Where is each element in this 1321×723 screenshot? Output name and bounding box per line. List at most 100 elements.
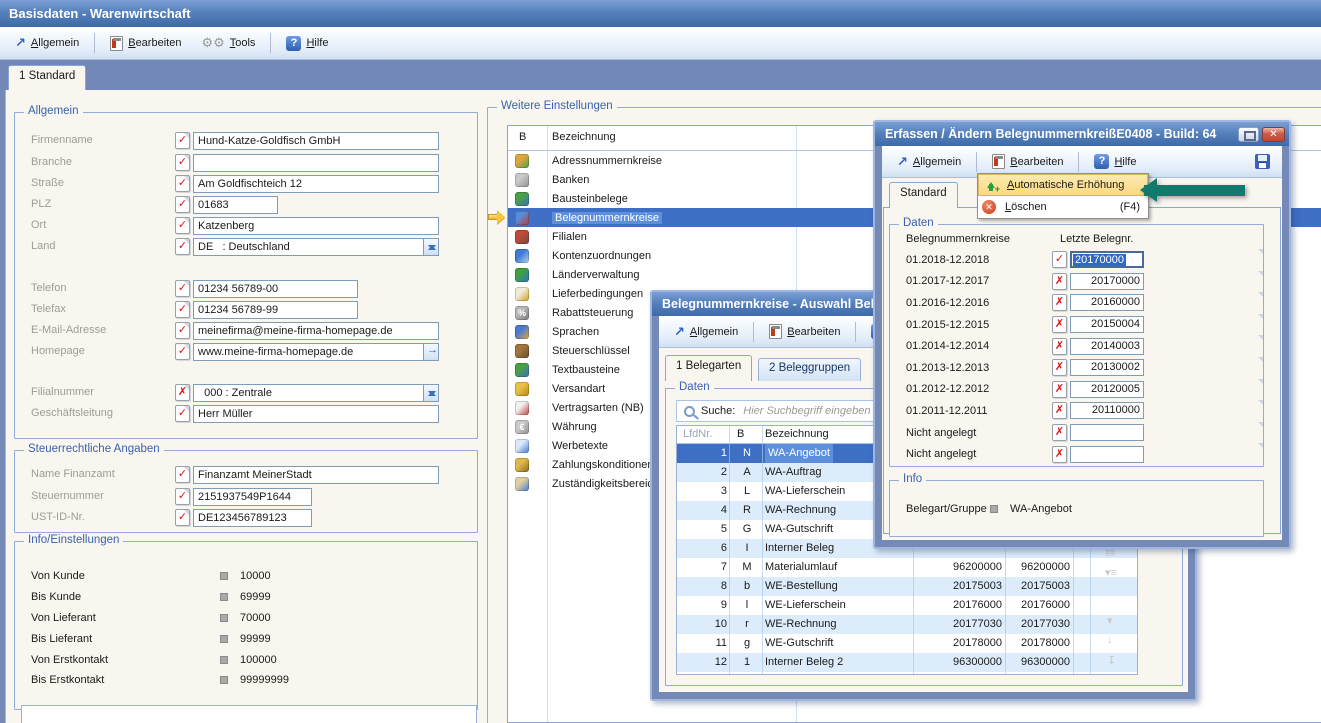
field-flag-icon[interactable] — [175, 280, 190, 297]
field-flag-icon[interactable] — [175, 238, 190, 255]
field-flag-icon[interactable] — [175, 154, 190, 171]
menu-item-automatische-erhoehung[interactable]: + Automatische Erhöhung — [978, 174, 1148, 196]
field-flag-icon[interactable] — [175, 132, 190, 149]
field-input[interactable]: Katzenberg — [193, 217, 439, 235]
field-flag-icon[interactable] — [175, 509, 190, 526]
tools-menu-button[interactable]: ⚙⚙ Tools — [194, 32, 262, 54]
field-flag-icon[interactable] — [1052, 446, 1067, 463]
tab-beleggruppen[interactable]: 2 Beleggruppen — [758, 358, 861, 381]
col-header-bezeichnung[interactable]: Bezeichnung — [552, 131, 616, 143]
bullet-icon — [220, 614, 228, 622]
field-flag-icon[interactable] — [175, 343, 190, 360]
field-flag-icon[interactable] — [175, 405, 190, 422]
col-header-b[interactable]: B — [737, 428, 744, 440]
group-info-einstellungen: Info/Einstellungen Von Kunde 10000 Bis K… — [14, 541, 478, 710]
field-flag-icon[interactable] — [175, 488, 190, 505]
table-row[interactable]: 10 r WE-Rechnung 20177030 20177030 — [677, 615, 1137, 634]
belegnr-input[interactable]: 20120005 — [1070, 381, 1144, 398]
bearbeiten-menu-button[interactable]: Bearbeiten — [103, 33, 188, 54]
field-flag-icon[interactable] — [1052, 316, 1067, 333]
belegnr-input[interactable]: 20170000 — [1070, 251, 1144, 268]
field-input[interactable] — [193, 154, 439, 172]
field-flag-icon[interactable] — [1052, 381, 1067, 398]
field-flag-icon[interactable] — [175, 322, 190, 339]
arrow-down-icon[interactable]: ↓ — [1107, 634, 1113, 646]
save-icon[interactable] — [1255, 154, 1270, 169]
belegnr-input[interactable]: 20130002 — [1070, 359, 1144, 376]
settings-item-label: Versandart — [552, 383, 605, 395]
allgemein-menu-button[interactable]: ↗ Allgemein — [890, 151, 968, 173]
period-label: Nicht angelegt — [890, 427, 1052, 439]
field-flag-icon[interactable] — [1052, 424, 1067, 441]
spinner-button[interactable] — [423, 239, 438, 255]
move-down-icon[interactable]: ▾ — [1107, 614, 1113, 627]
spinner-button[interactable] — [423, 385, 438, 401]
cell-number-last: 96300000 — [1007, 653, 1070, 672]
allgemein-menu-button[interactable]: ↗ Allgemein — [667, 321, 745, 343]
field-flag-icon[interactable] — [175, 301, 190, 318]
toolbar-separator — [94, 33, 95, 53]
field-flag-icon[interactable] — [1052, 359, 1067, 376]
field-flag-icon[interactable] — [175, 175, 190, 192]
field-input[interactable]: Herr Müller — [193, 405, 439, 423]
cell-code: b — [733, 577, 761, 596]
field-flag-icon[interactable] — [175, 384, 190, 401]
field-flag-icon[interactable] — [1052, 251, 1067, 268]
tab-standard[interactable]: Standard — [889, 182, 958, 208]
col-header-lfdnr[interactable]: LfdNr. — [677, 428, 727, 440]
field-input[interactable]: www.meine-firma-homepage.de — [193, 343, 439, 361]
belegnr-input[interactable] — [1070, 424, 1144, 441]
belegnr-input[interactable]: 20110000 — [1070, 402, 1144, 419]
tab-belegarten[interactable]: 1 Belegarten — [665, 355, 752, 381]
belegnr-input[interactable]: 20160000 — [1070, 294, 1144, 311]
field-input[interactable]: 01683 — [193, 196, 278, 214]
field-flag-icon[interactable] — [175, 196, 190, 213]
table-row[interactable]: 9 l WE-Lieferschein 20176000 20176000 — [677, 596, 1137, 615]
period-label: Nicht angelegt — [890, 448, 1052, 460]
table-row[interactable]: 11 g WE-Gutschrift 20178000 20178000 — [677, 634, 1137, 653]
table-row[interactable]: 7 M Materialumlauf 96200000 96200000 — [677, 558, 1137, 577]
col-header-bezeichnung[interactable]: Bezeichnung — [765, 428, 829, 440]
field-input[interactable]: 000 : Zentrale — [193, 384, 439, 402]
field-input[interactable]: 01234 56789-99 — [193, 301, 358, 319]
belegnr-input[interactable]: 20140003 — [1070, 338, 1144, 355]
field-flag-icon[interactable] — [1052, 338, 1067, 355]
field-input[interactable]: DE123456789123 — [193, 509, 312, 527]
field-input[interactable]: Finanzamt MeinerStadt — [193, 466, 439, 484]
belegnr-input[interactable]: 20170000 — [1070, 273, 1144, 290]
settings-item-label: Lieferbedingungen — [552, 288, 643, 300]
filter-icon[interactable]: ▾≡ — [1105, 566, 1117, 579]
field-flag-icon[interactable] — [1052, 273, 1067, 290]
field-input[interactable]: meinefirma@meine-firma-homepage.de — [193, 322, 439, 340]
field-input[interactable]: 01234 56789-00 — [193, 280, 358, 298]
table-row[interactable]: 12 1 Interner Beleg 2 96300000 96300000 — [677, 653, 1137, 672]
group-info-legend: Info/Einstellungen — [24, 534, 123, 546]
period-label: 01.2015-12.2015 — [890, 319, 1052, 331]
search-input[interactable]: Hier Suchbegriff eingeben — [743, 405, 870, 417]
field-flag-icon[interactable] — [1052, 294, 1067, 311]
table-row[interactable]: 8 b WE-Bestellung 20175003 20175003 — [677, 577, 1137, 596]
move-to-bottom-icon[interactable]: ↧ — [1107, 654, 1116, 667]
field-flag-icon[interactable] — [175, 217, 190, 234]
hilfe-menu-button[interactable]: ? Hilfe — [1087, 151, 1143, 172]
field-flag-icon[interactable] — [1052, 402, 1067, 419]
field-input[interactable]: Hund-Katze-Goldfisch GmbH — [193, 132, 439, 150]
tab-standard[interactable]: 1 Standard — [8, 65, 86, 90]
belegnr-input[interactable]: 20150004 — [1070, 316, 1144, 333]
col-header-b[interactable]: B — [519, 131, 526, 143]
field-input[interactable]: 2151937549P1644 — [193, 488, 312, 506]
field-flag-icon[interactable] — [175, 466, 190, 483]
hilfe-menu-button[interactable]: ? Hilfe — [279, 33, 335, 54]
bearbeiten-menu-button[interactable]: Bearbeiten — [985, 151, 1070, 172]
cell-number-start: 96200000 — [917, 558, 1002, 577]
open-homepage-button[interactable] — [423, 344, 438, 360]
menu-item-loeschen[interactable]: ✕ Löschen (F4) — [978, 196, 1148, 218]
bearbeiten-menu-button[interactable]: Bearbeiten — [762, 321, 847, 342]
close-button[interactable]: ✕ — [1262, 127, 1285, 142]
allgemein-menu-button[interactable]: ↗ Allgemein — [8, 32, 86, 54]
field-input[interactable]: Am Goldfischteich 12 — [193, 175, 439, 193]
maximize-button[interactable] — [1238, 127, 1259, 142]
field-input[interactable]: DE : Deutschland — [193, 238, 439, 256]
field-label: Ort — [31, 219, 46, 231]
belegnr-input[interactable] — [1070, 446, 1144, 463]
